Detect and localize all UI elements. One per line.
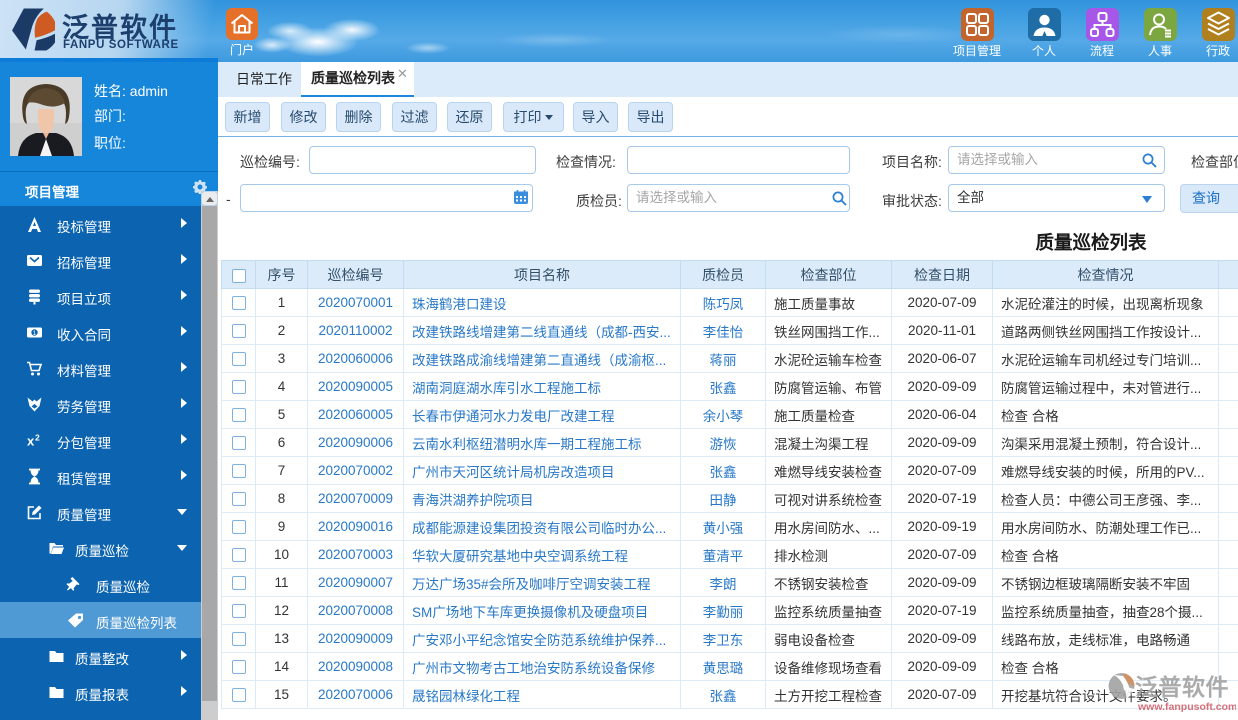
svg-text:x: x (27, 434, 35, 449)
svg-text:2: 2 (35, 433, 40, 443)
svg-text:泛普软件: 泛普软件 (1135, 674, 1229, 700)
svg-text:www.fanpusoft.com: www.fanpusoft.com (1137, 701, 1236, 713)
svg-text:1: 1 (33, 330, 37, 337)
